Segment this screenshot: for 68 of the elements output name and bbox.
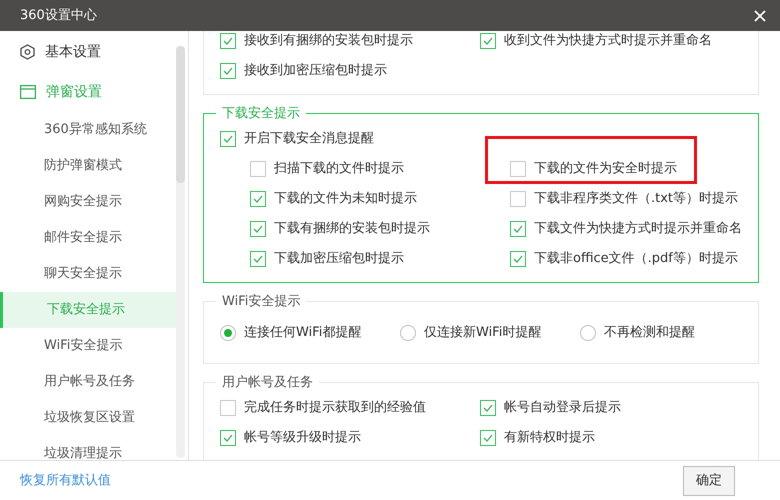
group-title: WiFi安全提示 [221,292,302,310]
check-icon [223,67,233,75]
option-label: 帐号等级升级时提示 [244,428,361,447]
option-label: 仅连接新WiFi时提醒 [424,324,542,342]
sidebar-item[interactable]: 垃圾清理提示 [0,436,176,460]
radio-button[interactable] [580,325,596,341]
check-icon [513,224,523,232]
checkbox[interactable] [220,430,236,446]
sidebar-item[interactable]: 360异常感知系统 [0,112,176,148]
option-label: 开启下载安全消息提醒 [244,130,374,148]
option-label: 帐号自动登录后提示 [504,398,621,417]
option-label: 接收到有捆绑的安装包时提示 [244,32,413,50]
option-label: 不再检测和提醒 [604,324,695,342]
checkbox[interactable] [510,190,526,206]
sidebar-item[interactable]: 聊天安全提示 [0,256,176,292]
radio-button[interactable] [400,325,416,341]
ok-button[interactable]: 确定 [683,466,735,496]
checkbox[interactable] [220,400,236,416]
checkbox[interactable] [220,33,236,49]
check-icon [253,254,263,262]
option-label: 下载加密压缩包时提示 [274,250,404,268]
option-label: 下载文件为快捷方式时提示并重命名 [534,220,742,238]
check-icon [253,224,263,232]
checkbox[interactable] [250,250,266,266]
option-label: 下载非程序类文件（.txt等）时提示 [534,190,738,208]
checkbox[interactable] [510,160,526,176]
checkbox[interactable] [250,160,266,176]
checkbox[interactable] [220,130,236,146]
check-icon [483,37,493,45]
hexagon-icon [20,44,35,60]
window-icon [20,85,36,99]
option-label: 下载非office文件（.pdf等）时提示 [534,250,738,268]
option-label: 接收到加密压缩包时提示 [244,62,387,80]
checkbox[interactable] [480,33,496,49]
option-label: 下载的文件为未知时提示 [274,190,417,208]
sidebar-category[interactable]: 基本设置 [0,32,176,72]
option-label: 下载有捆绑的安装包时提示 [274,220,430,238]
group-title: 下载安全提示 [221,105,301,123]
sidebar-item[interactable]: 用户帐号及任务 [0,364,176,400]
check-icon [223,37,233,45]
sidebar-item[interactable]: 网购安全提示 [0,184,176,220]
option-label: 下载的文件为安全时提示 [534,160,677,178]
radio-button[interactable] [220,325,236,341]
checkbox[interactable] [480,400,496,416]
check-icon [223,134,233,142]
option-label: 连接任何WiFi都提醒 [244,324,362,342]
option-label: 收到文件为快捷方式时提示并重命名 [504,32,712,50]
checkbox[interactable] [250,190,266,206]
option-label: 有新特权时提示 [504,428,595,447]
sidebar-item[interactable]: 邮件安全提示 [0,220,176,256]
sidebar-item[interactable]: 防护弹窗模式 [0,148,176,184]
option-label: 扫描下载的文件时提示 [274,160,404,178]
window-title: 360设置中心 [20,6,97,25]
checkbox[interactable] [220,63,236,79]
check-icon [483,404,493,412]
sidebar-item[interactable]: WiFi安全提示 [0,328,176,364]
check-icon [513,254,523,262]
checkbox[interactable] [510,220,526,236]
group-title: 用户帐号及任务 [221,374,314,392]
check-icon [253,194,263,202]
check-icon [483,434,493,442]
option-label: 完成任务时提示获取到的经验值 [244,398,426,417]
close-icon[interactable] [754,10,766,22]
sidebar-item[interactable]: 垃圾恢复区设置 [0,400,176,436]
check-icon [223,434,233,442]
checkbox[interactable] [250,220,266,236]
checkbox[interactable] [480,430,496,446]
checkbox[interactable] [510,250,526,266]
